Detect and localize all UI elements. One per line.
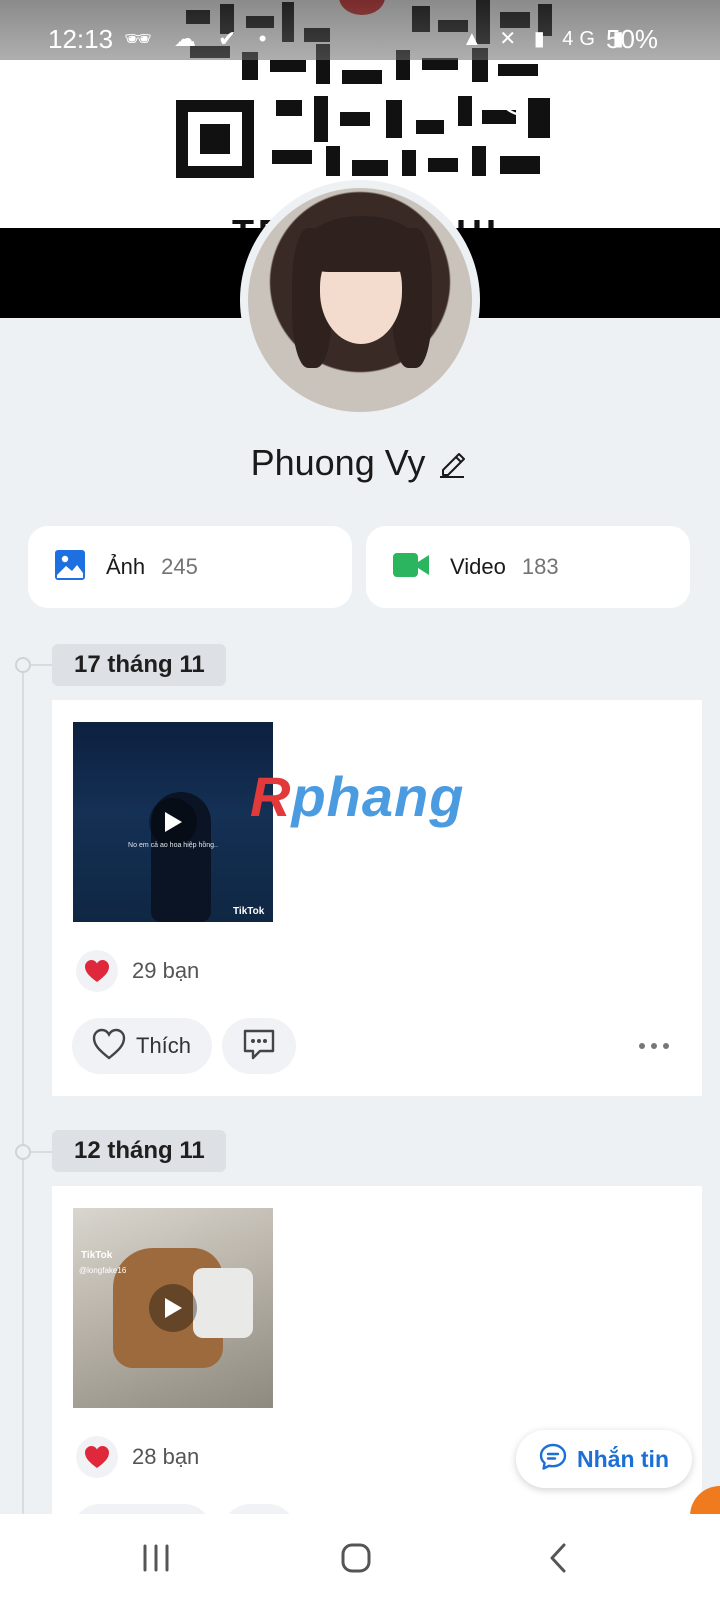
- like-label: Thích: [136, 1033, 192, 1058]
- comment-icon: [242, 1028, 276, 1065]
- more-options-icon[interactable]: [652, 74, 704, 126]
- timeline-connector: [31, 1151, 53, 1153]
- post-actions: Thích: [72, 1018, 682, 1074]
- photos-count: 245: [161, 554, 198, 579]
- profile-name: Phuong Vy: [250, 442, 426, 483]
- likes-row[interactable]: 29 bạn: [76, 950, 199, 992]
- tiktok-username: @longfake16: [79, 1266, 127, 1275]
- heart-icon: [76, 950, 118, 992]
- videos-count: 183: [521, 554, 559, 579]
- timeline-dot: [15, 1144, 31, 1160]
- post-more-icon[interactable]: [634, 1028, 674, 1064]
- tiktok-watermark: TikTok: [233, 906, 265, 917]
- status-bar: 12:13 🕶 ☁ ✔ • ▲ ✕ ▮ 4G ▮ 50%: [0, 18, 720, 62]
- play-icon: [149, 1284, 197, 1332]
- heart-icon: [76, 1436, 118, 1478]
- videos-tile[interactable]: Video 183: [366, 526, 690, 608]
- likes-count: 28 bạn: [132, 1444, 200, 1469]
- recent-apps-icon[interactable]: [130, 1532, 182, 1584]
- site-watermark: Rphang: [250, 765, 465, 828]
- timeline-line: [22, 668, 24, 1528]
- system-navigation-bar: [0, 1514, 720, 1600]
- avatar[interactable]: [240, 180, 480, 420]
- chat-bubble-icon: [539, 1443, 567, 1476]
- thumbnail-caption: No em cả ao hoa hiệp hồng..: [128, 842, 218, 849]
- phone-icon[interactable]: [484, 74, 536, 126]
- send-message-label: Nhắn tin: [577, 1445, 669, 1472]
- status-notification-icons: 🕶 ☁ ✔ •: [124, 26, 275, 51]
- home-icon[interactable]: [330, 1532, 382, 1584]
- photo-gallery-icon: [54, 549, 86, 586]
- post-card: No em cả ao hoa hiệp hồng.. TikTok 29 bạ…: [52, 700, 702, 1096]
- date-header: 17 tháng 11: [52, 644, 226, 686]
- send-message-button[interactable]: Nhắn tin: [516, 1430, 692, 1488]
- status-time: 12:13: [48, 24, 114, 54]
- date-header: 12 tháng 11: [52, 1130, 226, 1172]
- battery-level: 50%: [606, 24, 659, 54]
- qr-finder-pattern: [176, 100, 254, 178]
- back-arrow-icon[interactable]: [22, 74, 74, 126]
- heart-outline-icon: [92, 1028, 126, 1065]
- video-thumbnail[interactable]: No em cả ao hoa hiệp hồng.. TikTok: [73, 722, 273, 922]
- avatar-photo: [248, 188, 472, 412]
- status-system-icons: ▲ ✕ ▮ 4G ▮: [462, 28, 630, 50]
- user-settings-icon[interactable]: [568, 74, 620, 126]
- videos-label: Video: [450, 554, 506, 579]
- play-icon: [149, 798, 197, 846]
- photos-label: Ảnh: [106, 554, 146, 579]
- photos-tile[interactable]: Ảnh 245: [28, 526, 352, 608]
- tiktok-watermark: TikTok: [81, 1250, 113, 1261]
- like-button[interactable]: Thích: [72, 1018, 212, 1074]
- timeline-dot: [15, 657, 31, 673]
- video-thumbnail[interactable]: TikTok @longfake16: [73, 1208, 273, 1408]
- profile-name-row: Phuong Vy: [0, 436, 720, 490]
- video-camera-icon: [392, 551, 430, 584]
- timeline-connector: [31, 664, 53, 666]
- system-back-icon[interactable]: [532, 1532, 584, 1584]
- comment-button[interactable]: [222, 1018, 296, 1074]
- likes-row[interactable]: 28 bạn: [76, 1436, 199, 1478]
- edit-pencil-icon[interactable]: [439, 445, 469, 481]
- likes-count: 29 bạn: [132, 958, 200, 983]
